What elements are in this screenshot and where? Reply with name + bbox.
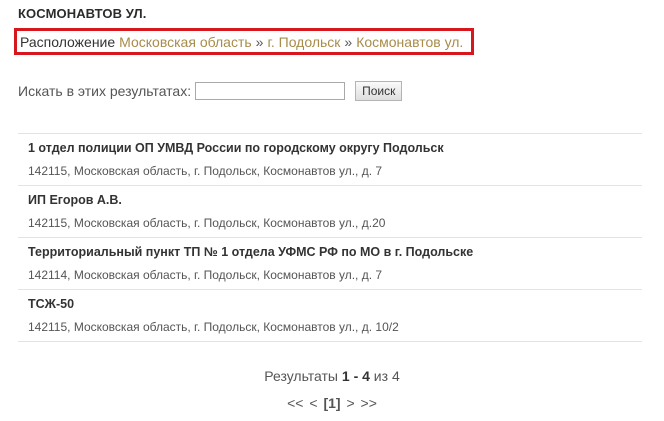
result-title-link[interactable]: 1 отдел полиции ОП УМВД России по городс… <box>28 141 642 155</box>
breadcrumb-separator: » <box>255 33 264 50</box>
search-button[interactable]: Поиск <box>355 81 403 101</box>
result-address: 142114, Московская область, г. Подольск,… <box>28 268 383 282</box>
search-label: Искать в этих результатах: <box>18 83 192 99</box>
result-address: 142115, Московская область, г. Подольск,… <box>28 164 383 178</box>
results-list: 1 отдел полиции ОП УМВД России по городс… <box>18 133 642 342</box>
result-title-link[interactable]: Территориальный пункт ТП № 1 отдела УФМС… <box>28 245 642 259</box>
result-address: 142115, Московская область, г. Подольск,… <box>28 320 399 334</box>
page-title: КОСМОНАВТОВ УЛ. <box>18 6 147 21</box>
list-item: Территориальный пункт ТП № 1 отдела УФМС… <box>18 238 642 290</box>
pagination-first[interactable]: << <box>287 395 303 411</box>
search-form: Искать в этих результатах: Поиск <box>18 81 403 101</box>
counter-prefix: Результаты <box>264 368 338 384</box>
counter-total: 4 <box>391 368 400 384</box>
pagination-current-page: [1] <box>323 395 341 411</box>
counter-range: 1 - 4 <box>341 368 370 384</box>
result-address: 142115, Московская область, г. Подольск,… <box>28 216 386 230</box>
counter-of: из <box>373 368 389 384</box>
pagination-next[interactable]: > <box>346 395 354 411</box>
breadcrumb: Расположение Московская область » г. Под… <box>14 28 474 55</box>
pagination-prev[interactable]: < <box>309 395 317 411</box>
list-item: ТСЖ-50 142115, Московская область, г. По… <box>18 290 642 342</box>
breadcrumb-separator: » <box>344 33 353 50</box>
breadcrumb-link-street[interactable]: Космонавтов ул. <box>356 34 463 50</box>
breadcrumb-link-region[interactable]: Московская область <box>119 34 251 50</box>
search-input[interactable] <box>195 82 346 100</box>
result-title-link[interactable]: ТСЖ-50 <box>28 297 642 311</box>
breadcrumb-link-city[interactable]: г. Подольск <box>267 34 340 50</box>
results-counter: Результаты 1 - 4 из 4 <box>0 368 664 384</box>
list-item: ИП Егоров А.В. 142115, Московская област… <box>18 186 642 238</box>
pagination-last[interactable]: >> <box>361 395 377 411</box>
result-title-link[interactable]: ИП Егоров А.В. <box>28 193 642 207</box>
list-item: 1 отдел полиции ОП УМВД России по городс… <box>18 134 642 186</box>
breadcrumb-label: Расположение <box>20 33 116 50</box>
pagination: << < [1] > >> <box>0 395 664 411</box>
